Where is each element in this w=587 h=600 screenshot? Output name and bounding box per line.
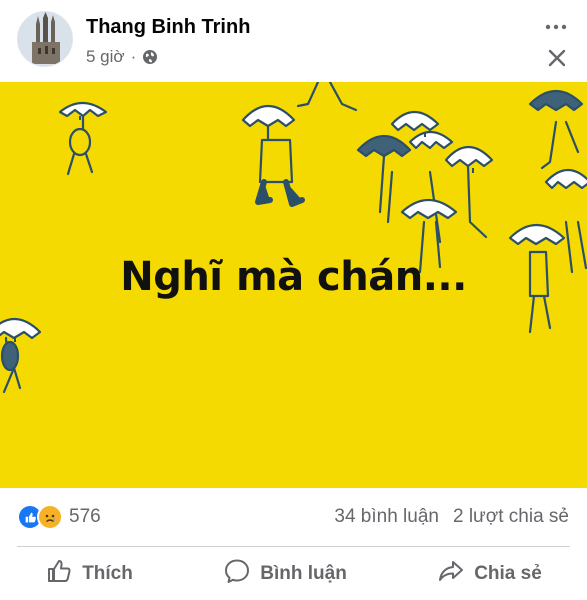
sad-reaction-icon — [37, 504, 63, 530]
thumbs-up-icon — [45, 557, 73, 591]
author-avatar[interactable] — [17, 11, 73, 67]
post-time[interactable]: 5 giờ — [86, 47, 125, 67]
more-options-icon[interactable] — [543, 14, 569, 40]
cathedral-avatar-image — [18, 12, 72, 66]
comment-count[interactable]: 34 bình luận — [334, 506, 439, 528]
share-count[interactable]: 2 lượt chia sẻ — [453, 506, 569, 528]
post-header: Thang Binh Trinh 5 giờ · — [0, 0, 587, 82]
reactions-summary[interactable]: 576 — [17, 504, 101, 530]
post-meta: 5 giờ · — [86, 47, 158, 67]
post-action-bar: Thích Bình luận Chia sẻ — [0, 548, 587, 600]
share-arrow-icon — [437, 557, 465, 591]
like-label: Thích — [82, 563, 133, 584]
comment-button[interactable]: Bình luận — [213, 551, 357, 597]
meta-separator: · — [130, 47, 137, 66]
post-stats: 34 bình luận 2 lượt chia sẻ — [334, 506, 569, 528]
author-name[interactable]: Thang Binh Trinh — [86, 16, 250, 39]
reaction-icons — [17, 504, 63, 530]
share-label: Chia sẻ — [474, 563, 542, 584]
globe-icon — [142, 49, 158, 65]
divider — [17, 546, 570, 547]
like-button[interactable]: Thích — [35, 551, 143, 597]
post-image[interactable]: Nghĩ mà chán... — [0, 82, 587, 488]
close-icon[interactable] — [545, 46, 569, 70]
image-caption-text: Nghĩ mà chán... — [120, 254, 467, 300]
comment-bubble-icon — [223, 557, 251, 591]
comment-label: Bình luận — [260, 563, 347, 584]
share-button[interactable]: Chia sẻ — [427, 551, 552, 597]
reaction-count: 576 — [69, 506, 101, 527]
